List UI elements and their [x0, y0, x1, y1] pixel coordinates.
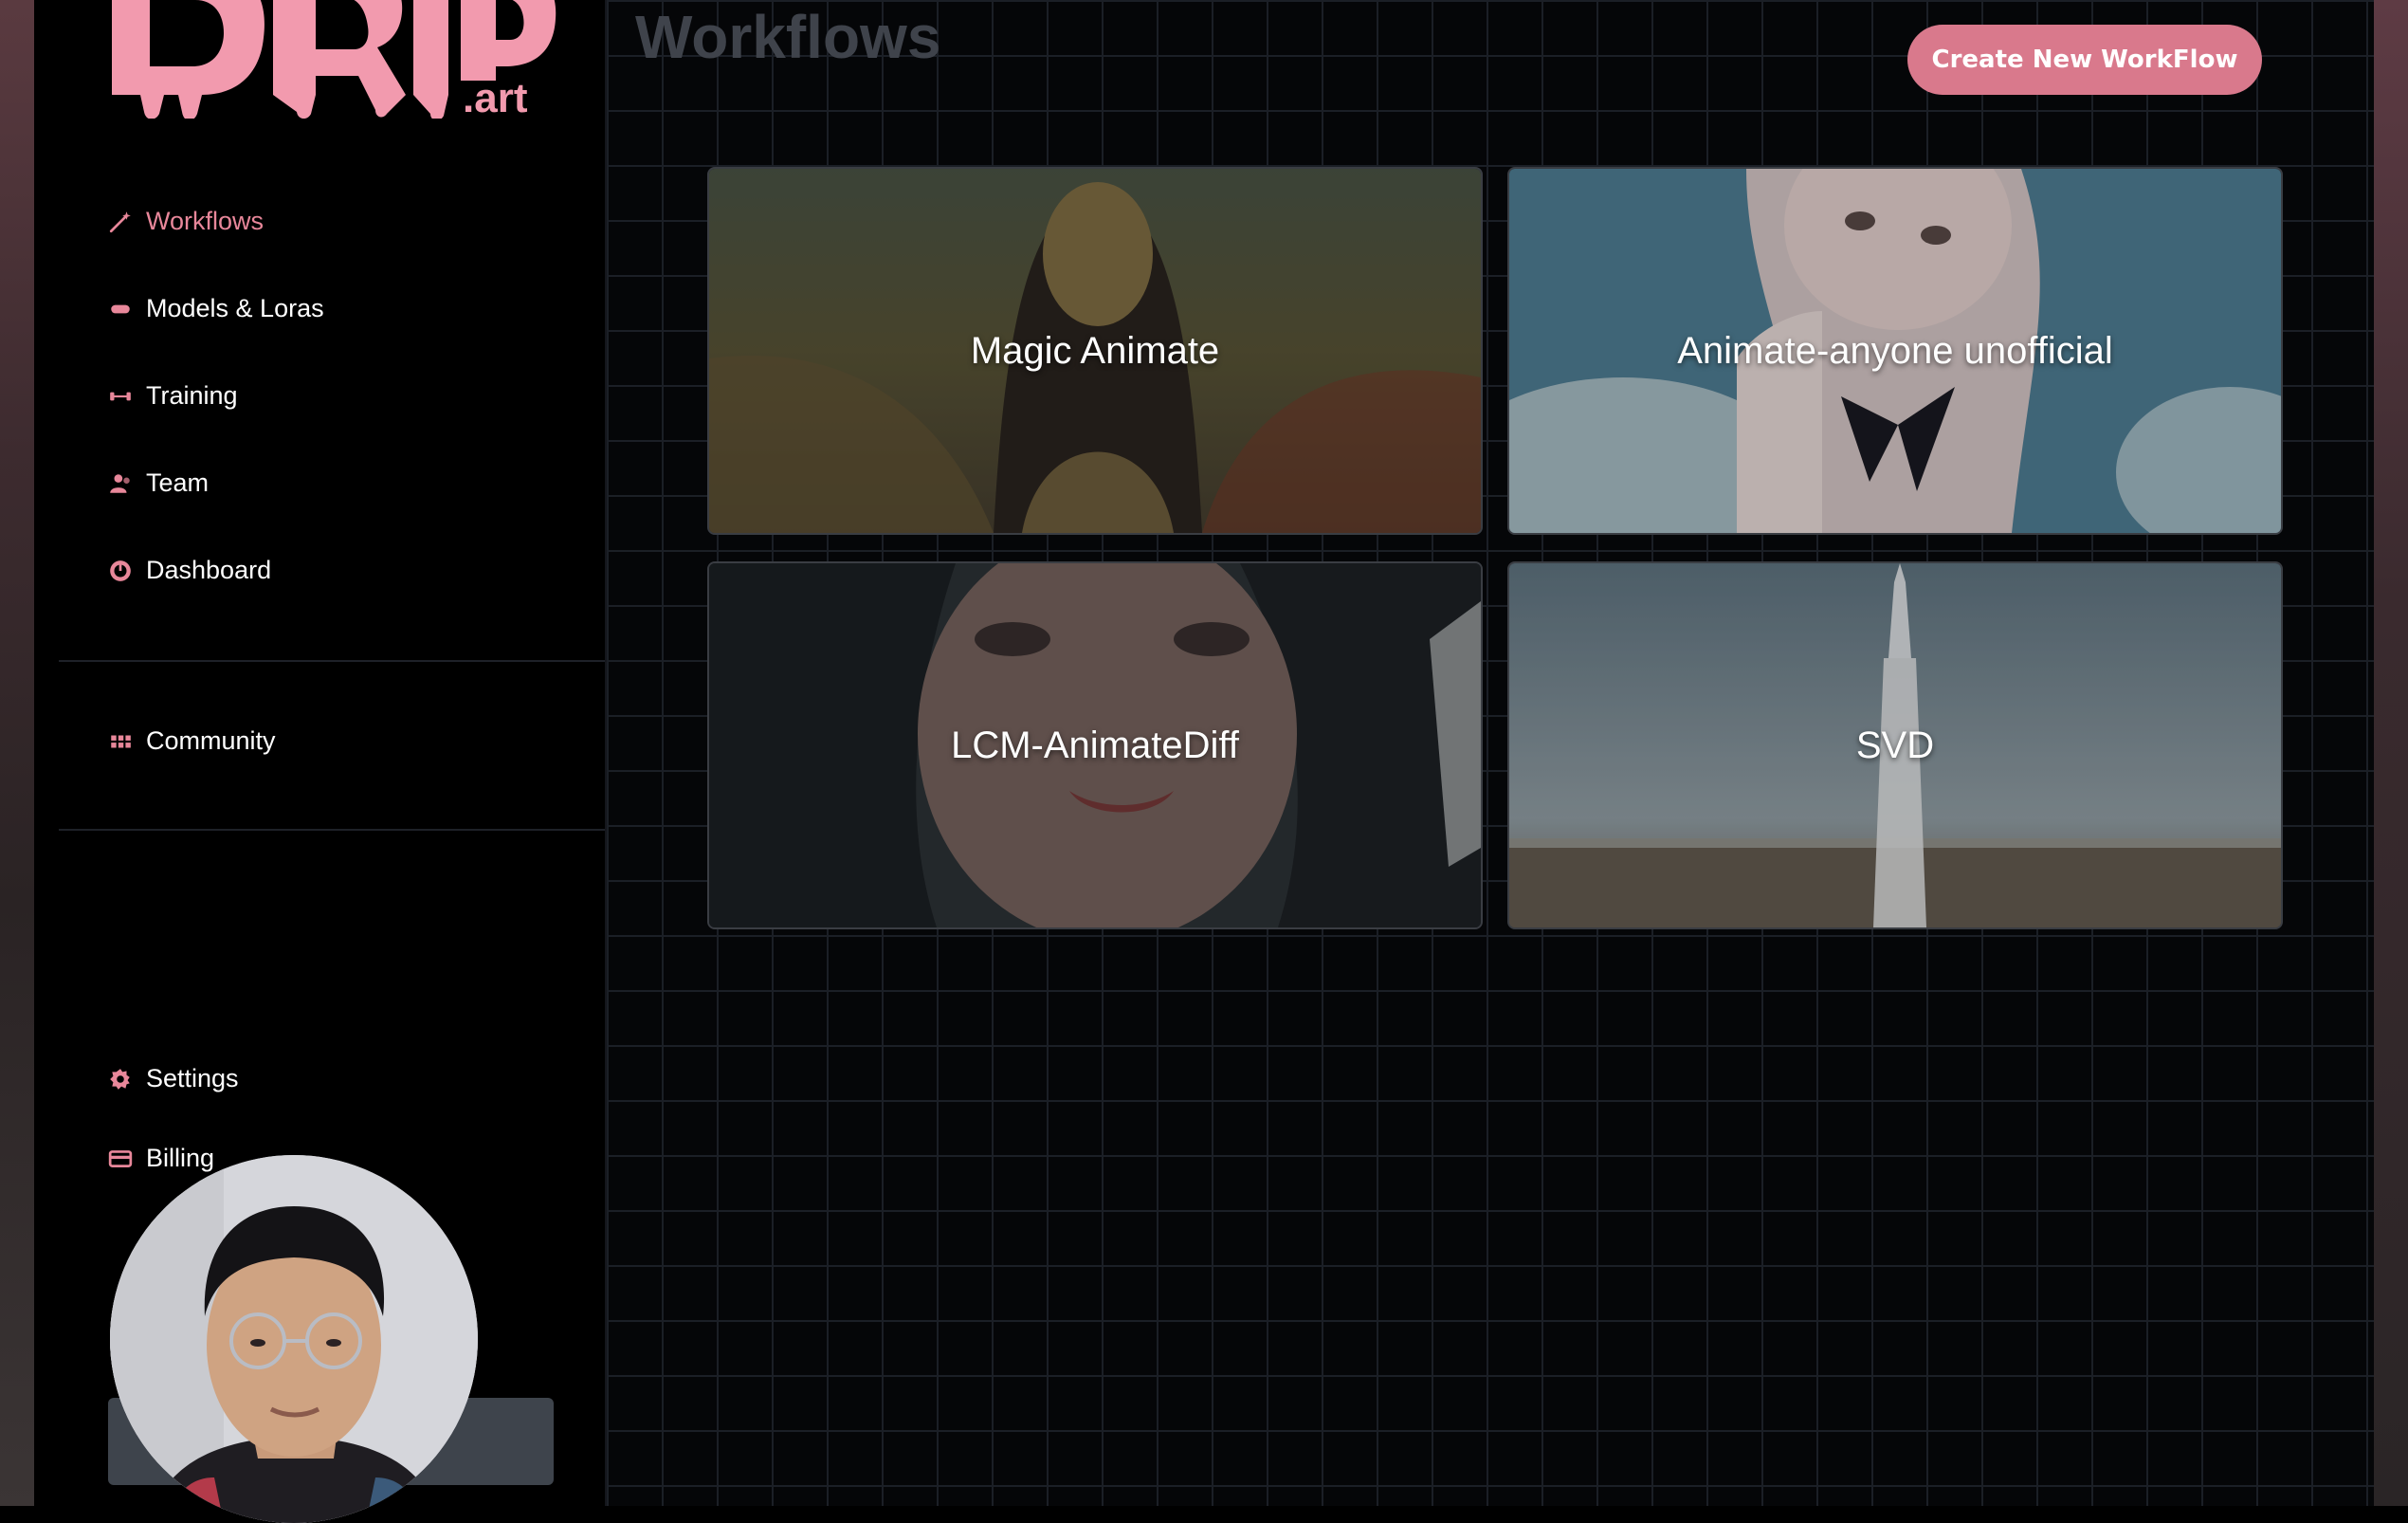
credit-card-icon — [108, 1149, 133, 1167]
right-edge-backdrop — [2374, 0, 2408, 1506]
page-title: Workflows — [635, 3, 941, 71]
gauge-icon — [110, 560, 131, 581]
sidebar-item-label: Models & Loras — [146, 294, 324, 322]
sidebar-item-label: Workflows — [146, 207, 265, 235]
sidebar-item-billing[interactable]: Billing — [108, 1144, 214, 1173]
drip-art-logo[interactable]: .art — [112, 0, 557, 119]
sidebar-item-label: Dashboard — [146, 556, 272, 584]
sidebar-item-training[interactable]: Training — [108, 381, 238, 411]
workflow-card-svd[interactable]: SVD — [1507, 561, 2283, 929]
sidebar-item-team[interactable]: Team — [108, 468, 209, 498]
main-content: Workflows Create New WorkFlow Magic Anim… — [607, 0, 2374, 1506]
sidebar-item-label: Team — [146, 468, 210, 497]
sidebar-item-label: Training — [146, 381, 238, 410]
workflow-card-animate-anyone[interactable]: Animate-anyone unofficial — [1507, 167, 2283, 535]
svg-text:.art: .art — [463, 75, 528, 119]
pill-icon — [111, 304, 130, 313]
grid-icon — [111, 735, 131, 747]
left-edge-backdrop — [0, 0, 34, 1506]
sidebar-item-models-loras[interactable]: Models & Loras — [108, 294, 324, 323]
gear-icon — [110, 1068, 130, 1090]
workflow-card-title: Animate-anyone unofficial — [1677, 329, 2113, 372]
wand-icon — [109, 211, 131, 232]
create-new-workflow-button[interactable]: Create New WorkFlow — [1907, 25, 2262, 95]
sidebar-item-settings[interactable]: Settings — [108, 1064, 239, 1093]
sidebar: .art Workflows Models & Loras Training T… — [34, 0, 607, 1523]
sidebar-item-label: Community — [146, 726, 276, 755]
workflow-card-title: LCM-AnimateDiff — [951, 724, 1239, 766]
sidebar-item-workflows[interactable]: Workflows — [108, 207, 264, 236]
workflow-card-title: Magic Animate — [970, 329, 1220, 372]
sidebar-item-label: Billing — [146, 1144, 215, 1172]
sidebar-item-community[interactable]: Community — [108, 726, 276, 756]
presenter-video-frame — [110, 1155, 478, 1523]
sidebar-item-label: Settings — [146, 1064, 239, 1092]
workflow-card-title: SVD — [1855, 724, 1935, 766]
workflow-card-lcm-animatediff[interactable]: LCM-AnimateDiff — [707, 561, 1483, 929]
sidebar-divider — [59, 660, 605, 662]
workflow-card-magic-animate[interactable]: Magic Animate — [707, 167, 1483, 535]
sidebar-item-dashboard[interactable]: Dashboard — [108, 556, 271, 585]
dumbbell-icon — [110, 392, 131, 400]
team-icon — [110, 473, 130, 493]
sidebar-divider — [59, 829, 605, 831]
webcam-overlay — [110, 1155, 478, 1523]
